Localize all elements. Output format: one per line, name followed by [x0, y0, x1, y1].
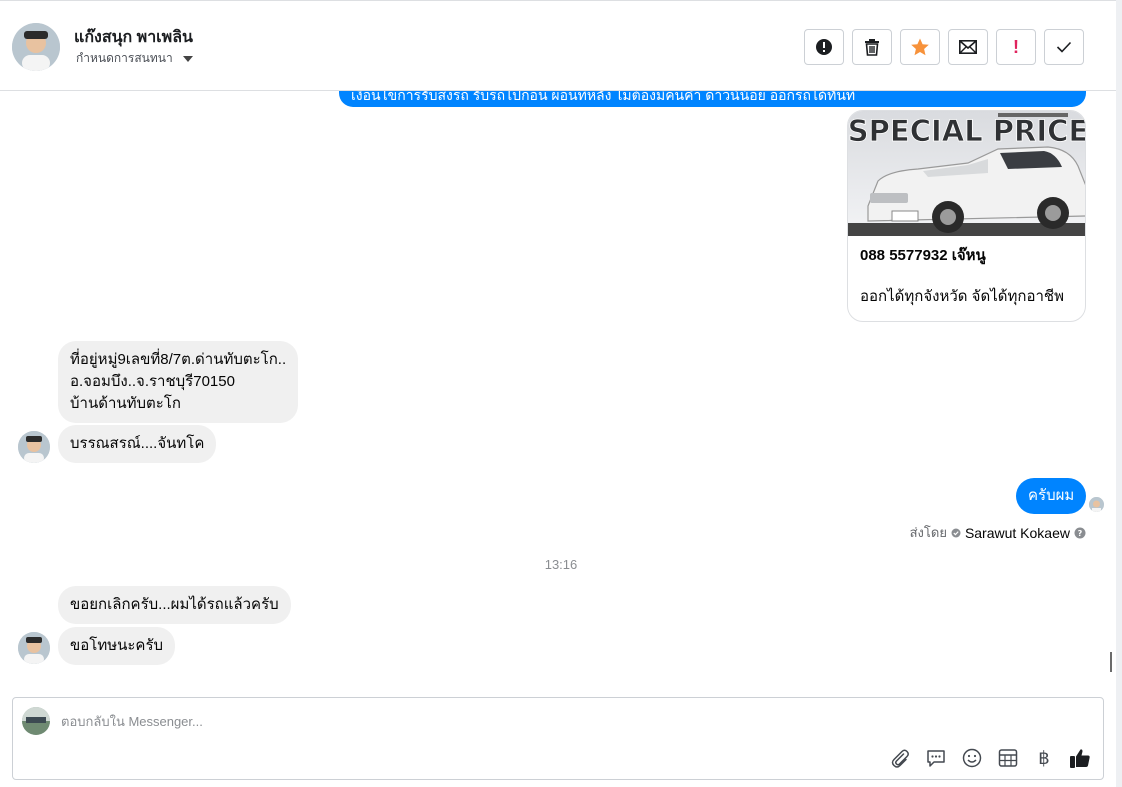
appointment-button[interactable]	[997, 747, 1019, 769]
mark-unread-button[interactable]	[948, 29, 988, 65]
message-text: ครับผม	[1028, 487, 1075, 504]
message-text: ขอโทษนะครับ	[70, 637, 164, 654]
caret-down-icon	[182, 55, 193, 62]
header-actions: !	[804, 29, 1084, 65]
reply-input[interactable]	[61, 714, 761, 729]
paperclip-icon	[891, 749, 909, 768]
smiley-icon	[962, 748, 982, 768]
attach-button[interactable]	[889, 747, 911, 769]
star-button[interactable]	[900, 29, 940, 65]
car-promo-image[interactable]: SPECIAL PRICE	[848, 111, 1086, 236]
message-thread[interactable]: เงื่อนไขการรับส่งรถ รับรถไปก่อน ผ่อนทีหล…	[0, 91, 1116, 691]
conversation-settings[interactable]: กำหนดการสนทนา	[76, 49, 193, 68]
seen-avatar	[1089, 497, 1104, 512]
reply-composer: ฿	[12, 697, 1104, 780]
emoji-button[interactable]	[961, 747, 983, 769]
sender-name[interactable]: Sarawut Kokaew	[965, 525, 1070, 541]
chat-bubble-icon	[927, 750, 945, 767]
conversation-settings-label: กำหนดการสนทนา	[76, 51, 173, 65]
baht-icon: ฿	[1038, 747, 1050, 769]
contact-name[interactable]: แก๊งสนุก พาเพลิน	[74, 25, 193, 50]
contact-avatar[interactable]	[12, 23, 60, 71]
thumbs-up-icon	[1070, 749, 1090, 768]
table-icon	[998, 749, 1018, 767]
message-text: บรรณสรณ์....จันทโค	[70, 435, 205, 452]
sender-avatar[interactable]	[18, 632, 50, 664]
delete-button[interactable]	[852, 29, 892, 65]
alert-circle-icon	[816, 39, 832, 55]
message-line: ที่อยู่หมู่9เลขที่8/7ต.ด่านทับตะโก..	[70, 351, 287, 368]
report-button[interactable]	[804, 29, 844, 65]
trash-icon	[865, 39, 879, 56]
payment-button[interactable]: ฿	[1033, 747, 1055, 769]
exclamation-icon: !	[1013, 36, 1019, 57]
check-icon	[1056, 41, 1072, 53]
envelope-icon	[959, 40, 977, 54]
page-avatar	[22, 707, 50, 735]
sent-by-label: ส่งโดย	[909, 525, 947, 540]
image-card-message[interactable]: SPECIAL PRICE 088 5577932 เจ๊หนู ออกได้ท…	[847, 110, 1086, 322]
incoming-message-cancel[interactable]: ขอยกเลิกครับ...ผมได้รถแล้วครับ	[58, 586, 291, 624]
saved-replies-button[interactable]	[925, 747, 947, 769]
sender-avatar[interactable]	[18, 431, 50, 463]
incoming-message-apology[interactable]: ขอโทษนะครับ	[58, 627, 176, 665]
outgoing-message-text: เงื่อนไขการรับส่งรถ รับรถไปก่อน ผ่อนทีหล…	[351, 91, 856, 103]
conversation-header: แก๊งสนุก พาเพลิน กำหนดการสนทนา !	[0, 0, 1116, 91]
spam-button[interactable]: !	[996, 29, 1036, 65]
composer-tools: ฿	[889, 747, 1091, 769]
scrollbar-thumb[interactable]	[1110, 652, 1112, 672]
message-text: ขอยกเลิกครับ...ผมได้รถแล้วครับ	[70, 596, 279, 613]
like-button[interactable]	[1069, 747, 1091, 769]
card-phone-text: 088 5577932 เจ๊หนู	[860, 247, 986, 264]
sent-by-info: ส่งโดย Sarawut Kokaew ?	[910, 522, 1086, 543]
message-line: บ้านด้านทับตะโก	[70, 395, 181, 412]
scrollbar-track[interactable]	[1116, 0, 1122, 787]
incoming-message-name[interactable]: บรรณสรณ์....จันทโค	[58, 425, 217, 463]
incoming-message-address[interactable]: ที่อยู่หมู่9เลขที่8/7ต.ด่านทับตะโก.. อ.จ…	[58, 341, 299, 423]
card-description-text: ออกได้ทุกจังหวัด จัดได้ทุกอาชีพ	[860, 288, 1064, 305]
star-icon	[911, 38, 929, 56]
special-price-text: SPECIAL PRICE	[848, 114, 1086, 148]
verified-icon	[951, 528, 961, 537]
outgoing-message-cut: เงื่อนไขการรับส่งรถ รับรถไปก่อน ผ่อนทีหล…	[339, 91, 1086, 107]
mark-done-button[interactable]	[1044, 29, 1084, 65]
svg-text:?: ?	[1078, 529, 1083, 538]
message-line: อ.จอมบึง..จ.ราชบุรี70150	[70, 373, 235, 390]
outgoing-message[interactable]: ครับผม	[1016, 478, 1087, 514]
help-icon[interactable]: ?	[1074, 527, 1086, 539]
time-separator: 13:16	[544, 557, 578, 572]
